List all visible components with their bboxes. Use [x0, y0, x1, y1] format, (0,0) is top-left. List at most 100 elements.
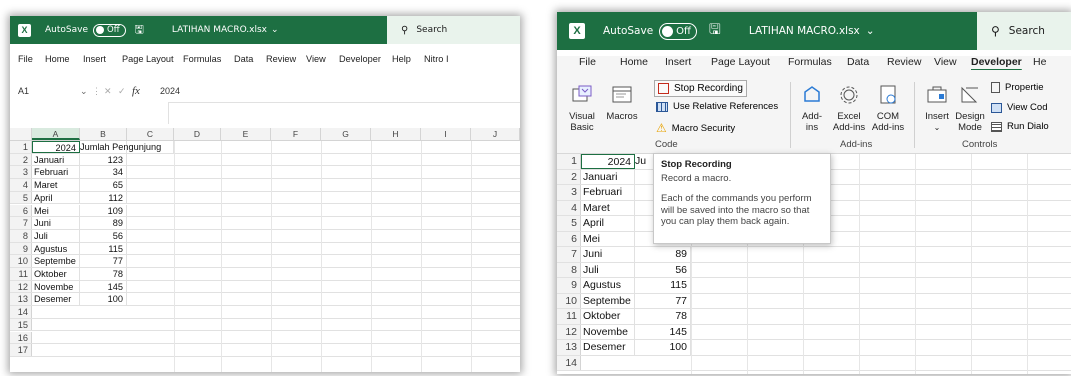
cell-value[interactable]: 115: [635, 278, 691, 293]
row-number[interactable]: 8: [10, 229, 32, 242]
add-ins-button[interactable]: Add-ins: [797, 84, 827, 133]
cell-month[interactable]: Mei: [581, 231, 635, 246]
menu-file[interactable]: File: [18, 54, 45, 76]
search-box[interactable]: ⚲ Search: [977, 12, 1071, 50]
cell-value[interactable]: 100: [635, 340, 691, 355]
select-all-corner[interactable]: [10, 128, 32, 140]
row-number[interactable]: 3: [10, 166, 32, 179]
menu-help[interactable]: He: [1033, 56, 1046, 78]
row-number[interactable]: 14: [557, 355, 581, 370]
row-number[interactable]: 13: [10, 293, 32, 306]
cell-value[interactable]: 145: [635, 324, 691, 339]
menu-file[interactable]: File: [579, 56, 620, 78]
cell-month[interactable]: Mei: [32, 204, 80, 217]
column-header-a[interactable]: A: [32, 128, 80, 140]
cell-value[interactable]: 77: [80, 255, 127, 267]
cell-month[interactable]: Juli: [32, 229, 80, 242]
row-number[interactable]: 12: [10, 280, 32, 293]
save-icon[interactable]: 🖫: [135, 21, 144, 40]
name-box-dropdown-icon[interactable]: ⌄: [80, 86, 92, 97]
menu-home[interactable]: Home: [45, 54, 83, 76]
menu-nitro[interactable]: Nitro I: [424, 54, 449, 76]
row-number[interactable]: 12: [557, 324, 581, 339]
cell-value[interactable]: 100: [80, 293, 127, 306]
cell-value[interactable]: 115: [80, 242, 127, 255]
view-code-button[interactable]: View Cod: [991, 102, 1048, 113]
cell-month[interactable]: Januari: [581, 169, 635, 184]
cell-month[interactable]: Februari: [581, 185, 635, 200]
menu-help[interactable]: Help: [392, 54, 424, 76]
row-number[interactable]: 7: [557, 247, 581, 262]
properties-button[interactable]: Propertie: [991, 82, 1044, 93]
cell-month[interactable]: Novembe: [32, 280, 80, 293]
cell-b1[interactable]: Ju: [635, 154, 655, 169]
cell-value[interactable]: 89: [80, 217, 127, 229]
row-number[interactable]: 10: [10, 255, 32, 267]
formula-input[interactable]: 2024: [160, 86, 180, 96]
row-number[interactable]: 1: [557, 154, 581, 169]
cell-month[interactable]: Juni: [581, 247, 635, 262]
autosave-toggle[interactable]: Off: [659, 22, 697, 40]
menu-data[interactable]: Data: [847, 56, 887, 78]
row-number[interactable]: 3: [557, 185, 581, 200]
visual-basic-button[interactable]: Visual Basic: [565, 84, 599, 133]
com-add-ins-button[interactable]: COM Add-ins: [870, 84, 906, 133]
autosave-toggle[interactable]: Off: [93, 23, 126, 37]
row-number[interactable]: 15: [10, 318, 32, 331]
design-mode-button[interactable]: Design Mode: [955, 84, 985, 133]
row-number[interactable]: 5: [10, 191, 32, 204]
cell-month[interactable]: Oktober: [581, 309, 635, 324]
cell-month[interactable]: Maret: [32, 179, 80, 191]
row-number[interactable]: 10: [557, 293, 581, 308]
menu-page-layout[interactable]: Page Layout: [122, 54, 183, 76]
insert-control-button[interactable]: Insert ⌄: [922, 84, 952, 133]
column-header-f[interactable]: F: [271, 128, 321, 140]
menu-view[interactable]: View: [934, 56, 971, 78]
row-number[interactable]: 11: [10, 268, 32, 280]
row-number[interactable]: 7: [10, 217, 32, 229]
menu-review[interactable]: Review: [266, 54, 306, 76]
menu-developer[interactable]: Developer: [971, 56, 1033, 78]
menu-formulas[interactable]: Formulas: [788, 56, 847, 78]
row-number[interactable]: 6: [10, 204, 32, 217]
cell-value[interactable]: 78: [80, 268, 127, 280]
cell-b1[interactable]: Jumlah Pengunjung: [80, 141, 161, 153]
function-icon[interactable]: fx: [132, 85, 150, 97]
file-name-dropdown-icon[interactable]: ⌄: [271, 25, 279, 35]
cell-month[interactable]: Februari: [32, 166, 80, 179]
macro-security-button[interactable]: ⚠ Macro Security: [656, 121, 735, 135]
row-number[interactable]: 2: [10, 153, 32, 166]
cell-empty[interactable]: [127, 141, 174, 153]
cell-month[interactable]: Juli: [581, 262, 635, 277]
row-number[interactable]: 2: [557, 169, 581, 184]
row-number[interactable]: 4: [10, 179, 32, 191]
cell-value[interactable]: 109: [80, 204, 127, 217]
column-header-b[interactable]: B: [80, 128, 127, 140]
cell-value[interactable]: 56: [80, 229, 127, 242]
spreadsheet-grid[interactable]: A B C D E F G H I J 1 2024 Jumlah Pengun…: [10, 128, 520, 372]
cell-month[interactable]: Januari: [32, 153, 80, 166]
column-header-j[interactable]: J: [471, 128, 520, 140]
row-number[interactable]: 4: [557, 200, 581, 215]
menu-review[interactable]: Review: [887, 56, 934, 78]
name-box[interactable]: A1: [18, 86, 80, 96]
row-number[interactable]: 17: [10, 344, 32, 356]
menu-formulas[interactable]: Formulas: [183, 54, 234, 76]
row-number[interactable]: 6: [557, 231, 581, 246]
cell-month[interactable]: Juni: [32, 217, 80, 229]
column-header-e[interactable]: E: [221, 128, 271, 140]
menu-data[interactable]: Data: [234, 54, 266, 76]
cell-month[interactable]: Oktober: [32, 268, 80, 280]
cell-a1[interactable]: 2024: [32, 141, 80, 153]
cell-value[interactable]: 123: [80, 153, 127, 166]
row-number[interactable]: 14: [10, 306, 32, 318]
search-box[interactable]: ⚲ Search: [387, 16, 520, 44]
cell-value[interactable]: 65: [80, 179, 127, 191]
enter-icon[interactable]: ✓: [118, 86, 132, 97]
cell-value[interactable]: 78: [635, 309, 691, 324]
menu-developer[interactable]: Developer: [339, 54, 392, 76]
column-header-c[interactable]: C: [127, 128, 174, 140]
excel-add-ins-button[interactable]: Excel Add-ins: [831, 84, 867, 133]
cell-value[interactable]: 112: [80, 191, 127, 204]
cell-month[interactable]: Agustus: [581, 278, 635, 293]
